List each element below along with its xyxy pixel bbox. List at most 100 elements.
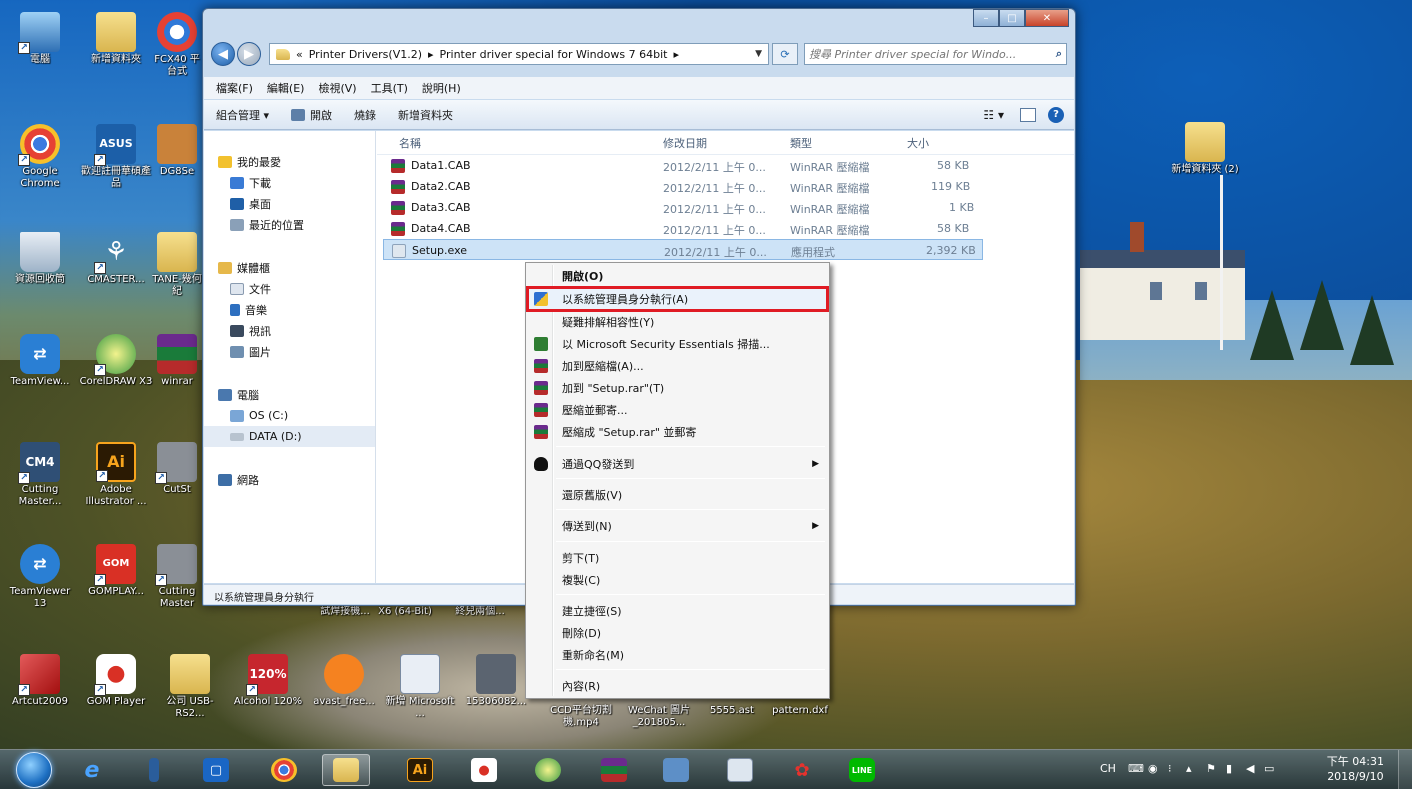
forward-button[interactable]: ▶ (237, 42, 261, 66)
nav-data-d[interactable]: DATA (D:) (204, 426, 375, 447)
menu-view[interactable]: 檢視(V) (318, 80, 356, 96)
nav-os-c[interactable]: OS (C:) (204, 405, 375, 426)
desktop-icon-recycle-bin[interactable]: 資源回收筒 (2, 228, 78, 308)
nav-favorites[interactable]: 我的最愛 (204, 151, 375, 172)
breadcrumb-printer-drivers[interactable]: Printer Drivers(V1.2) (309, 48, 422, 61)
desktop-icon-new-folder[interactable]: 新增資料夾 (78, 8, 154, 88)
menu-item-scan-mse[interactable]: 以 Microsoft Security Essentials 掃描... (528, 333, 827, 355)
nav-videos[interactable]: 視訊 (204, 320, 375, 341)
new-folder-button[interactable]: 新增資料夾 (398, 107, 453, 123)
column-size[interactable]: 大小 (907, 135, 929, 151)
taskbar-explorer[interactable] (322, 754, 370, 786)
organize-button[interactable]: 組合管理 ▾ (216, 107, 269, 123)
desktop-icon-cutting-master-2[interactable]: ↗ Cutting Master (152, 540, 202, 620)
desktop-icon-fcx40[interactable]: FCX40 平台式 (152, 8, 202, 88)
search-box[interactable]: ⌕ (804, 43, 1067, 65)
desktop-icon-new-ms-doc[interactable]: 新增 Microsoft ... (382, 650, 458, 730)
menu-edit[interactable]: 編輯(E) (267, 80, 305, 96)
network-signal-icon[interactable]: ▮ (1226, 762, 1240, 776)
menu-item-compress-setup-email[interactable]: 壓縮成 "Setup.rar" 並郵寄 (528, 421, 827, 443)
tray-options-icon[interactable]: ⁝ (1168, 762, 1182, 776)
column-date[interactable]: 修改日期 (663, 135, 707, 151)
menu-help[interactable]: 說明(H) (422, 80, 461, 96)
file-row-data1[interactable]: Data1.CAB 2012/2/11 上午 0... WinRAR 壓縮檔 5… (377, 155, 1074, 176)
menu-item-open[interactable]: 開啟(O) (528, 265, 827, 287)
menu-item-add-setup-rar[interactable]: 加到 "Setup.rar"(T) (528, 377, 827, 399)
taskbar-huawei[interactable]: ✿ (778, 754, 826, 786)
search-input[interactable] (809, 47, 1056, 61)
nav-computer[interactable]: 電腦 (204, 384, 375, 405)
taskbar-gom-player[interactable]: ● (460, 754, 508, 786)
desktop-icon-coreldraw[interactable]: ↗ CorelDRAW X3 (78, 330, 154, 410)
keyboard-icon[interactable]: ⌨ (1128, 762, 1144, 776)
view-options-icon[interactable]: ☷ ▾ (983, 108, 1004, 122)
menu-item-add-archive[interactable]: 加到壓縮檔(A)... (528, 355, 827, 377)
show-desktop-button[interactable] (1398, 750, 1412, 789)
breadcrumb-printer-driver-win7[interactable]: Printer driver special for Windows 7 64b… (440, 48, 668, 61)
menu-item-troubleshoot[interactable]: 疑難排解相容性(Y) (528, 311, 827, 333)
chevron-right-icon[interactable]: ▸ (673, 48, 679, 61)
flag-icon[interactable]: ⚑ (1206, 762, 1220, 776)
chevron-up-icon[interactable]: ▴ (1186, 762, 1200, 776)
start-button[interactable] (16, 752, 52, 788)
file-row-data2[interactable]: Data2.CAB 2012/2/11 上午 0... WinRAR 壓縮檔 1… (377, 176, 1074, 197)
column-type[interactable]: 類型 (790, 135, 812, 151)
desktop-icon-dg8se[interactable]: DG8Se (152, 120, 202, 200)
desktop-icon-teamviewer-13[interactable]: ⇄ TeamViewer 13 (2, 540, 78, 620)
file-row-data4[interactable]: Data4.CAB 2012/2/11 上午 0... WinRAR 壓縮檔 5… (377, 218, 1074, 239)
taskbar-illustrator[interactable]: Ai (396, 754, 444, 786)
menu-item-properties[interactable]: 內容(R) (528, 675, 827, 697)
close-button[interactable]: ✕ (1025, 9, 1069, 27)
menu-item-copy[interactable]: 複製(C) (528, 569, 827, 591)
menu-tools[interactable]: 工具(T) (371, 80, 408, 96)
menu-item-compress-email[interactable]: 壓縮並郵寄... (528, 399, 827, 421)
minimize-button[interactable]: – (973, 9, 999, 27)
desktop-icon-cutting-master[interactable]: CM4 ↗ Cutting Master... (2, 438, 78, 518)
taskbar-paint[interactable] (652, 754, 700, 786)
taskbar-media-player[interactable] (130, 754, 178, 786)
column-name[interactable]: 名稱 (399, 135, 421, 151)
taskbar-winrar[interactable] (590, 754, 638, 786)
menu-item-run-as-admin[interactable]: 以系統管理員身分執行(A) (526, 286, 829, 312)
desktop-icon-gom-player[interactable]: ● ↗ GOM Player (78, 650, 154, 730)
taskbar-outlook[interactable]: ▢ (192, 754, 240, 786)
desktop-icon-winrar[interactable]: winrar (152, 330, 202, 410)
nav-downloads[interactable]: 下載 (204, 172, 375, 193)
menu-item-create-shortcut[interactable]: 建立捷徑(S) (528, 600, 827, 622)
help-icon[interactable]: ◉ (1148, 762, 1162, 776)
nav-pictures[interactable]: 圖片 (204, 341, 375, 362)
refresh-button[interactable]: ⟳ (772, 43, 798, 65)
clock[interactable]: 下午 04:31 2018/9/10 (1327, 754, 1384, 784)
desktop-icon-tane[interactable]: TANE-幾何紀 (152, 228, 202, 308)
nav-desktop[interactable]: 桌面 (204, 193, 375, 214)
menu-item-rename[interactable]: 重新命名(M) (528, 644, 827, 666)
maximize-button[interactable]: □ (999, 9, 1025, 27)
desktop-icon-computer[interactable]: ↗ 電腦 (2, 8, 78, 88)
taskbar-internet-explorer[interactable]: e (68, 754, 116, 786)
menu-item-restore[interactable]: 還原舊版(V) (528, 484, 827, 506)
desktop-icon-gomplay[interactable]: GOM ↗ GOMPLAY... (78, 540, 154, 620)
help-icon[interactable]: ? (1048, 106, 1064, 123)
open-button[interactable]: 開啟 (291, 107, 332, 123)
search-icon[interactable]: ⌕ (1056, 47, 1062, 61)
taskbar-chrome[interactable] (260, 754, 308, 786)
nav-network[interactable]: 網路 (204, 469, 375, 490)
desktop-icon-artcut2009[interactable]: ↗ Artcut2009 (2, 650, 78, 730)
taskbar-line[interactable]: LINE (838, 754, 886, 786)
nav-libraries[interactable]: 媒體櫃 (204, 257, 375, 278)
back-button[interactable]: ◀ (211, 42, 235, 66)
file-row-setup-exe[interactable]: Setup.exe 2012/2/11 上午 0... 應用程式 2,392 K… (383, 239, 983, 260)
nav-recent[interactable]: 最近的位置 (204, 214, 375, 235)
file-row-data3[interactable]: Data3.CAB 2012/2/11 上午 0... WinRAR 壓縮檔 1… (377, 197, 1074, 218)
desktop-icon-usb-rs2[interactable]: 公司 USB-RS2... (152, 650, 228, 730)
desktop-icon-15306082[interactable]: 15306082... (458, 650, 534, 730)
display-icon[interactable]: ▭ (1264, 762, 1278, 776)
menu-item-send-qq[interactable]: 通過QQ發送到 ▶ (528, 453, 827, 475)
address-bar[interactable]: « Printer Drivers(V1.2) ▸ Printer driver… (269, 43, 769, 65)
menu-item-send-to[interactable]: 傳送到(N) ▶ (528, 515, 827, 537)
desktop-icon-cutst[interactable]: ↗ CutSt (152, 438, 202, 518)
volume-icon[interactable]: ◀ (1246, 762, 1260, 776)
desktop-icon-illustrator[interactable]: Ai ↗ Adobe Illustrator ... (78, 438, 154, 518)
burn-button[interactable]: 燒錄 (354, 107, 376, 123)
nav-music[interactable]: 音樂 (204, 299, 375, 320)
